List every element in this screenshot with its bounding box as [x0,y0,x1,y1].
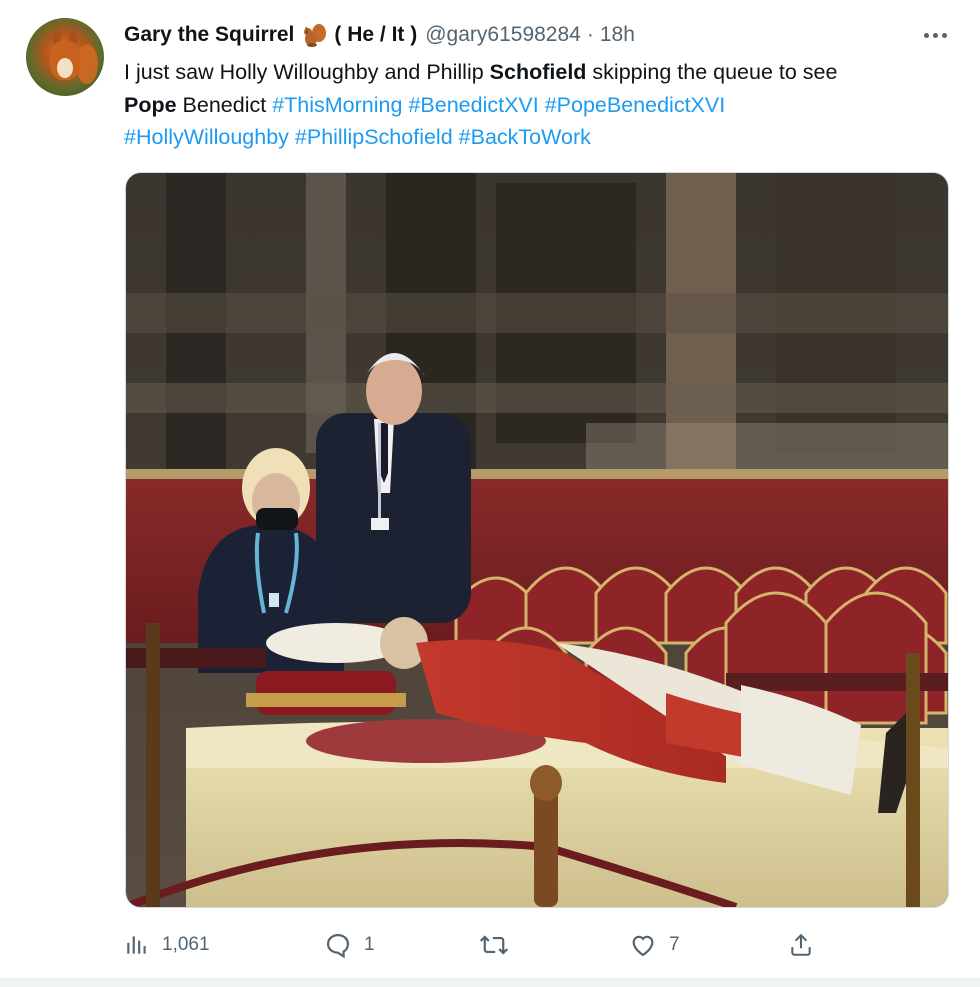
reply-count: 1 [364,934,375,955]
text-part: Benedict [176,92,273,117]
share-icon [791,933,811,956]
text-bold: Schofield [489,60,587,84]
avatar[interactable] [26,18,104,96]
user-handle[interactable]: @gary61598284 [425,23,581,47]
separator: · [586,23,594,46]
text-part: I just saw Holly Willoughby and Phillip [124,60,490,84]
retweet-button[interactable] [479,925,521,965]
hashtag-link[interactable]: #HollyWilloughby [124,125,289,149]
tweet-actions: 1,061 1 7 [124,925,824,965]
divider [0,978,980,987]
display-name[interactable]: Gary the Squirrel [124,23,294,47]
tweet-text: I just saw Holly Willoughby and Phillip … [124,56,954,154]
retweet-icon [479,935,509,955]
timestamp[interactable]: 18h [600,23,635,47]
reply-button[interactable]: 1 [324,925,375,965]
hashtag-link[interactable]: #BackToWork [459,125,591,149]
like-icon [632,935,654,957]
hashtag-link[interactable]: #PopeBenedictXVI [545,93,726,117]
like-button[interactable]: 7 [629,925,680,965]
hashtag-link[interactable]: #ThisMorning [272,93,402,117]
squirrel-emoji-icon [302,24,328,48]
pronouns: ( He / It ) [334,23,418,46]
hashtag-link[interactable]: #PhillipSchofield [295,125,453,149]
text-part: skipping the queue to see [586,60,838,84]
more-horizontal-icon[interactable] [920,22,950,48]
views-button[interactable]: 1,061 [124,925,210,965]
avatar-squirrel-belly [57,58,73,78]
tweet-photo[interactable] [125,172,949,908]
views-count: 1,061 [162,934,210,955]
tweet-header: Gary the Squirrel ( He / It ) @gary61598… [124,20,635,50]
analytics-icon [127,936,146,954]
like-count: 7 [669,934,680,955]
share-button[interactable] [788,925,814,965]
tweet[interactable]: Gary the Squirrel ( He / It ) @gary61598… [0,0,980,987]
hashtag-link[interactable]: #BenedictXVI [408,93,538,117]
reply-icon [326,933,350,959]
text-bold: Pope [124,92,177,117]
